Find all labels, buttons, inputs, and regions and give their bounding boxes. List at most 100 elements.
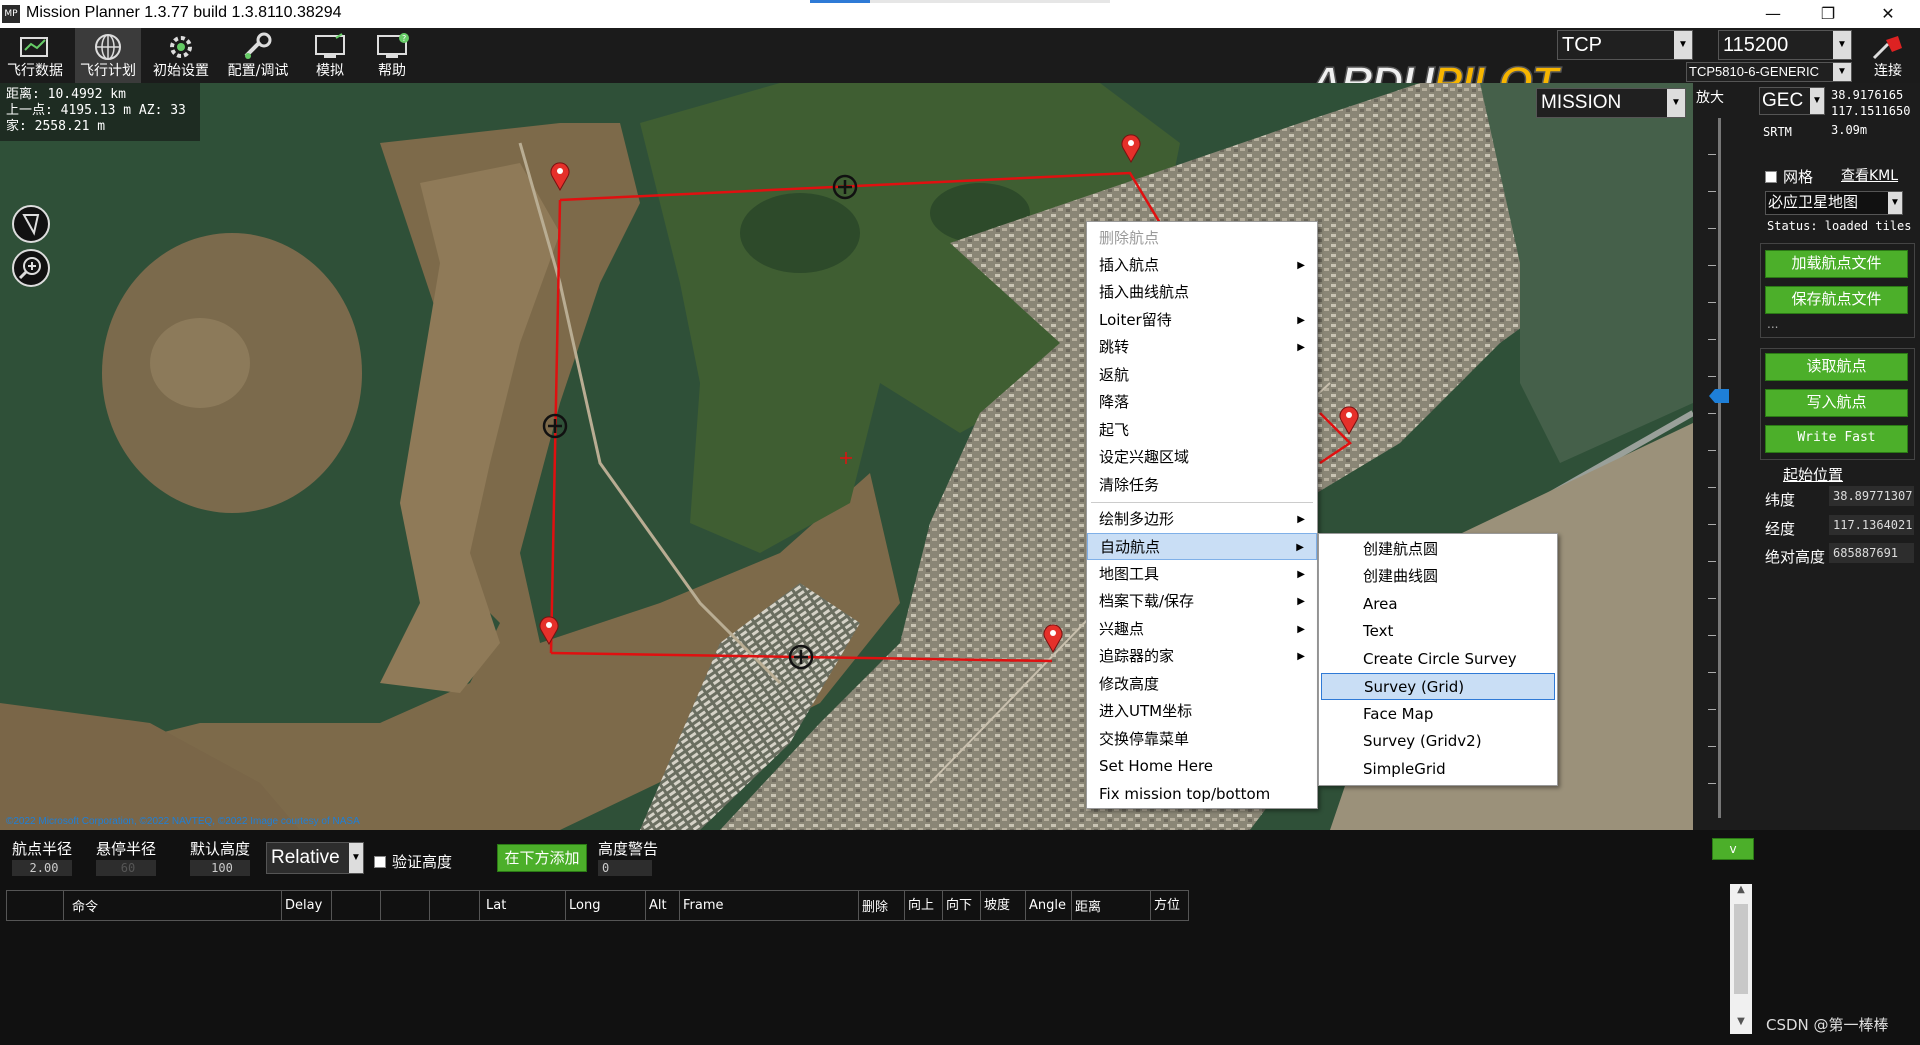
ruler-tool-button[interactable] bbox=[12, 205, 50, 243]
home-lat-field[interactable]: 38.89771307 bbox=[1829, 486, 1914, 506]
menu-item-set-home[interactable]: Set Home Here bbox=[1087, 753, 1317, 780]
baud-rate-select[interactable]: 115200 ▼ bbox=[1718, 30, 1852, 60]
menu-item-map-tools[interactable]: 地图工具 ▶ bbox=[1087, 561, 1317, 588]
waypoint-marker-icon[interactable] bbox=[538, 615, 560, 645]
verify-alt-checkbox[interactable] bbox=[374, 856, 386, 868]
zoom-tool-button[interactable] bbox=[12, 249, 50, 287]
simulation-button[interactable]: 模拟 bbox=[300, 28, 360, 83]
auto-wp-submenu: 创建航点圆 创建曲线圆 Area Text Create Circle Surv… bbox=[1318, 533, 1558, 786]
submenu-arrow-icon: ▶ bbox=[1297, 596, 1305, 607]
read-wp-button[interactable]: 读取航点 bbox=[1765, 353, 1908, 381]
more-options[interactable]: ... bbox=[1767, 317, 1778, 331]
flight-data-button[interactable]: 飞行数据 bbox=[2, 28, 68, 83]
default-alt-field[interactable]: 100 bbox=[190, 860, 250, 876]
submenu-item-circle-survey[interactable]: Create Circle Survey bbox=[1321, 646, 1555, 673]
header-angle: Angle bbox=[1025, 890, 1072, 921]
submenu-item-simplegrid[interactable]: SimpleGrid bbox=[1321, 756, 1555, 783]
scroll-thumb[interactable] bbox=[1734, 904, 1748, 994]
submenu-item-area[interactable]: Area bbox=[1321, 591, 1555, 618]
geo-format-select[interactable]: GEC ▼ bbox=[1759, 87, 1825, 115]
menu-item-file-load-save[interactable]: 档案下载/保存 ▶ bbox=[1087, 588, 1317, 615]
load-wp-file-button[interactable]: 加载航点文件 bbox=[1765, 250, 1908, 278]
mission-mode-value: MISSION bbox=[1541, 92, 1622, 113]
scroll-up-icon[interactable]: ▲ bbox=[1730, 884, 1752, 902]
menu-item-enter-utm[interactable]: 进入UTM坐标 bbox=[1087, 698, 1317, 725]
close-button[interactable]: ✕ bbox=[1865, 0, 1911, 28]
write-fast-button[interactable]: Write Fast bbox=[1765, 425, 1908, 453]
port-value: TCP5810-6-GENERIC bbox=[1689, 64, 1820, 79]
menu-item-takeoff[interactable]: 起飞 bbox=[1087, 417, 1317, 444]
menu-item-draw-polygon[interactable]: 绘制多边形 ▶ bbox=[1087, 506, 1317, 533]
waypoint-marker-icon[interactable] bbox=[1042, 623, 1064, 653]
menu-item-tracker-home[interactable]: 追踪器的家 ▶ bbox=[1087, 643, 1317, 670]
geo-format-value: GEC bbox=[1762, 90, 1804, 111]
waypoint-marker-icon[interactable] bbox=[549, 161, 571, 191]
menu-item-insert-spline[interactable]: 插入曲线航点 bbox=[1087, 279, 1317, 306]
grid-checkbox[interactable] bbox=[1765, 171, 1777, 183]
submenu-item-create-spline-circle[interactable]: 创建曲线圆 bbox=[1321, 563, 1555, 590]
menu-item-poi[interactable]: 兴趣点 ▶ bbox=[1087, 616, 1317, 643]
connection-type-select[interactable]: TCP ▼ bbox=[1557, 30, 1693, 60]
menu-item-delete-waypoint[interactable]: 删除航点 bbox=[1087, 225, 1317, 252]
menu-item-loiter[interactable]: Loiter留待 ▶ bbox=[1087, 307, 1317, 334]
help-label: 帮助 bbox=[378, 63, 406, 79]
menu-item-swap-dock[interactable]: 交换停靠菜单 bbox=[1087, 726, 1317, 753]
menu-item-insert-waypoint[interactable]: 插入航点 ▶ bbox=[1087, 252, 1317, 279]
map-type-value: 必应卫星地图 bbox=[1768, 194, 1859, 211]
tab-strip bbox=[870, 0, 1110, 3]
minimize-button[interactable]: — bbox=[1750, 0, 1796, 28]
port-select[interactable]: TCP5810-6-GENERIC ▼ bbox=[1686, 62, 1852, 82]
header-delete: 删除 bbox=[858, 890, 905, 921]
restore-button[interactable]: ❐ bbox=[1805, 0, 1851, 28]
menu-item-set-roi[interactable]: 设定兴趣区域 bbox=[1087, 444, 1317, 471]
waypoint-marker-icon[interactable] bbox=[1338, 405, 1360, 435]
loiter-radius-field[interactable]: 60 bbox=[96, 860, 156, 876]
menu-item-modify-alt[interactable]: 修改高度 bbox=[1087, 671, 1317, 698]
right-panel: 放大 GEC ▼ 38.9176165 117.1511650 SRTM 3.0… bbox=[1693, 83, 1920, 830]
menu-item-auto-wp[interactable]: 自动航点 ▶ bbox=[1087, 533, 1317, 560]
prev-point-text: 上一点: 4195.13 m AZ: 33 bbox=[6, 103, 186, 118]
config-tuning-icon bbox=[244, 32, 272, 59]
menu-item-jump[interactable]: 跳转 ▶ bbox=[1087, 334, 1317, 361]
map-type-select[interactable]: 必应卫星地图 ▼ bbox=[1765, 191, 1903, 215]
help-icon: ? bbox=[377, 33, 409, 58]
home-alt-field[interactable]: 685887691 bbox=[1829, 543, 1914, 563]
submenu-arrow-icon: ▶ bbox=[1297, 651, 1305, 662]
submenu-item-create-wp-circle[interactable]: 创建航点圆 bbox=[1321, 536, 1555, 563]
wp-radius-field[interactable]: 2.00 bbox=[12, 860, 72, 876]
flight-plan-button[interactable]: 飞行计划 bbox=[75, 28, 141, 83]
title-bar: MP Mission Planner 1.3.77 build 1.3.8110… bbox=[0, 0, 1920, 28]
save-wp-file-button[interactable]: 保存航点文件 bbox=[1765, 286, 1908, 314]
alt-warning-field[interactable]: 0 bbox=[598, 860, 652, 876]
submenu-item-survey-gridv2[interactable]: Survey (Gridv2) bbox=[1321, 728, 1555, 755]
menu-item-clear-mission[interactable]: 清除任务 bbox=[1087, 472, 1317, 499]
home-lng-field[interactable]: 117.1364021 bbox=[1829, 515, 1914, 535]
initial-setup-button[interactable]: 初始设置 bbox=[148, 28, 214, 83]
zoom-slider-track[interactable] bbox=[1718, 118, 1721, 818]
table-scrollbar[interactable]: ▲ ▼ bbox=[1730, 884, 1752, 1034]
connection-type-value: TCP bbox=[1562, 34, 1602, 56]
verify-alt-label: 验证高度 bbox=[392, 853, 453, 871]
distance-info-box: 距离: 10.4992 km 上一点: 4195.13 m AZ: 33 家: … bbox=[0, 83, 200, 141]
chevron-down-icon: ▼ bbox=[1833, 31, 1851, 59]
waypoint-marker-icon[interactable] bbox=[1120, 133, 1142, 163]
home-position-title[interactable]: 起始位置 bbox=[1783, 464, 1843, 485]
help-button[interactable]: ? 帮助 bbox=[362, 28, 422, 83]
menu-item-fix-mission[interactable]: Fix mission top/bottom bbox=[1087, 781, 1317, 808]
submenu-item-face-map[interactable]: Face Map bbox=[1321, 701, 1555, 728]
menu-item-rtl[interactable]: 返航 bbox=[1087, 362, 1317, 389]
home-distance-text: 家: 2558.21 m bbox=[6, 119, 106, 134]
collapse-panel-button[interactable]: v bbox=[1712, 838, 1754, 860]
write-wp-button[interactable]: 写入航点 bbox=[1765, 389, 1908, 417]
config-tuning-button[interactable]: 配置/调试 bbox=[220, 28, 296, 83]
connect-button[interactable]: 连接 bbox=[1858, 28, 1918, 83]
submenu-item-text[interactable]: Text bbox=[1321, 618, 1555, 645]
alt-frame-select[interactable]: Relative ▼ bbox=[266, 842, 364, 874]
add-below-button[interactable]: 在下方添加 bbox=[497, 844, 587, 872]
menu-item-land[interactable]: 降落 bbox=[1087, 389, 1317, 416]
mission-mode-select[interactable]: MISSION ▼ bbox=[1536, 88, 1686, 118]
scroll-down-icon[interactable]: ▼ bbox=[1730, 1016, 1752, 1034]
header-long: Long bbox=[565, 890, 646, 921]
submenu-item-survey-grid[interactable]: Survey (Grid) bbox=[1321, 673, 1555, 700]
view-kml-link[interactable]: 查看KML bbox=[1841, 165, 1898, 185]
